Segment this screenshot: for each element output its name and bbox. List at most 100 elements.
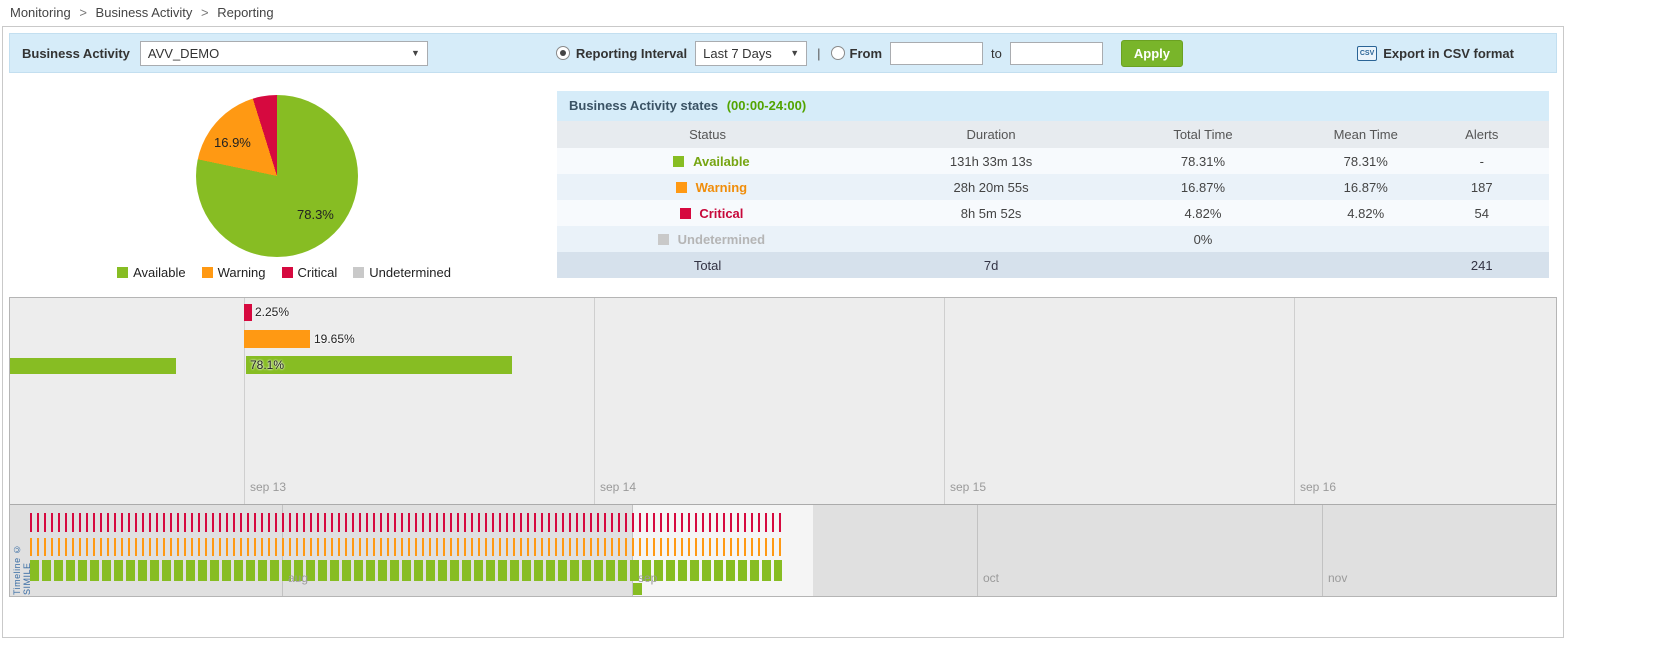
status-swatch [673,156,684,167]
status-label: Available [693,154,750,169]
title-time-range: (00:00-24:00) [727,98,807,113]
pie-label-warning: 16.9% [214,135,251,150]
month-axis-label: aug [288,571,308,585]
legend-item-undetermined: Undetermined [353,265,451,280]
legend-item-critical: Critical [282,265,338,280]
reporting-interval-label: Reporting Interval [576,46,687,61]
table-row-total: Total 7d 241 [557,252,1549,278]
reporting-interval-value: Last 7 Days [703,46,772,61]
available-event-bar-previous [10,358,176,374]
table-header-row: Status Duration Total Time Mean Time Ale… [557,121,1549,148]
day-axis-label: sep 13 [250,480,286,494]
duration-cell: 28h 20m 55s [858,174,1124,200]
status-swatch [680,208,691,219]
total-total-time-cell [1124,252,1282,278]
breadcrumb-item-business-activity[interactable]: Business Activity [96,5,193,20]
toolbar-separator: | [817,46,820,61]
breadcrumb-separator: > [201,5,209,20]
warning-ticks-row [30,538,782,556]
status-swatch [676,182,687,193]
col-duration-header: Duration [858,121,1124,148]
available-swatch [117,267,128,278]
reporting-interval-radio[interactable] [556,46,570,60]
content-row: 16.9% 78.3% Available Warning Critical U [9,79,1557,291]
total-time-cell: 16.87% [1124,174,1282,200]
legend-item-available: Available [117,265,186,280]
legend-item-warning: Warning [202,265,266,280]
from-label: From [850,46,883,61]
legend-label: Available [133,265,186,280]
pie-chart [196,95,358,257]
export-csv-link[interactable]: CSV Export in CSV format [1357,46,1514,61]
business-activity-value: AVV_DEMO [148,46,219,61]
business-activity-select[interactable]: AVV_DEMO ▼ [140,41,428,66]
timeline-detail-band[interactable]: 2.25% 19.65% 78.1% sep 13 sep 14 sep 15 … [10,298,1556,504]
mean-time-cell: 16.87% [1282,174,1450,200]
apply-button[interactable]: Apply [1121,40,1183,67]
timeline-credit: Timeline © SIMILE [12,509,32,595]
status-label: Critical [699,206,743,221]
csv-icon: CSV [1357,46,1377,61]
timeline-overview-band[interactable]: aug sep oct nov Timeline © SIMILE [10,504,1556,596]
status-label: Warning [696,180,748,195]
breadcrumb-separator: > [79,5,87,20]
export-csv-label: Export in CSV format [1383,46,1514,61]
month-axis-label: oct [983,571,999,585]
day-gridline [244,298,245,504]
day-gridline [594,298,595,504]
day-axis-label: sep 14 [600,480,636,494]
total-mean-time-cell [1282,252,1450,278]
undetermined-swatch [353,267,364,278]
breadcrumb-item-monitoring[interactable]: Monitoring [10,5,71,20]
table-row-critical: Critical 8h 5m 52s 4.82% 4.82% 54 [557,200,1549,226]
day-gridline [1294,298,1295,504]
alerts-cell: - [1450,148,1549,174]
critical-event-label: 2.25% [255,305,289,319]
status-swatch [658,234,669,245]
available-event-bar [246,356,512,374]
chevron-down-icon: ▼ [411,48,420,58]
states-table-title: Business Activity states (00:00-24:00) [557,91,1549,121]
alerts-cell [1450,226,1549,252]
title-text: Business Activity states [569,98,718,113]
mean-time-cell: 4.82% [1282,200,1450,226]
warning-event-label: 19.65% [314,332,355,346]
month-gridline [1322,505,1323,596]
col-mean-time-header: Mean Time [1282,121,1450,148]
table-row-available: Available 131h 33m 13s 78.31% 78.31% - [557,148,1549,174]
critical-event-bar [244,304,252,321]
filter-toolbar: Business Activity AVV_DEMO ▼ Reporting I… [9,33,1557,73]
reporting-interval-select[interactable]: Last 7 Days ▼ [695,41,807,66]
alerts-cell: 54 [1450,200,1549,226]
total-duration-cell: 7d [858,252,1124,278]
to-date-input[interactable] [1010,42,1103,65]
day-gridline [944,298,945,504]
day-axis-label: sep 16 [1300,480,1336,494]
available-ticks-row [30,560,782,581]
legend-label: Critical [298,265,338,280]
from-date-input[interactable] [890,42,983,65]
table-row-undetermined: Undetermined 0% [557,226,1549,252]
timeline-widget: 2.25% 19.65% 78.1% sep 13 sep 14 sep 15 … [9,297,1557,597]
duration-cell: 131h 33m 13s [858,148,1124,174]
warning-event-bar [244,330,310,348]
total-alerts-cell: 241 [1450,252,1549,278]
total-label: Total [557,252,858,278]
available-event-label: 78.1% [250,358,284,372]
business-activity-label: Business Activity [22,46,130,61]
day-axis-label: sep 15 [950,480,986,494]
custom-period-radio[interactable] [831,46,845,60]
pie-label-available: 78.3% [297,207,334,222]
legend-label: Undetermined [369,265,451,280]
total-time-cell: 78.31% [1124,148,1282,174]
states-table-area: Business Activity states (00:00-24:00) S… [557,91,1549,291]
table-row-warning: Warning 28h 20m 55s 16.87% 16.87% 187 [557,174,1549,200]
col-alerts-header: Alerts [1450,121,1549,148]
warning-swatch [202,267,213,278]
breadcrumb-item-reporting[interactable]: Reporting [217,5,273,20]
duration-cell [858,226,1124,252]
col-status-header: Status [557,121,858,148]
pie-legend: Available Warning Critical Undetermined [49,265,519,280]
alerts-cell: 187 [1450,174,1549,200]
total-time-cell: 0% [1124,226,1282,252]
